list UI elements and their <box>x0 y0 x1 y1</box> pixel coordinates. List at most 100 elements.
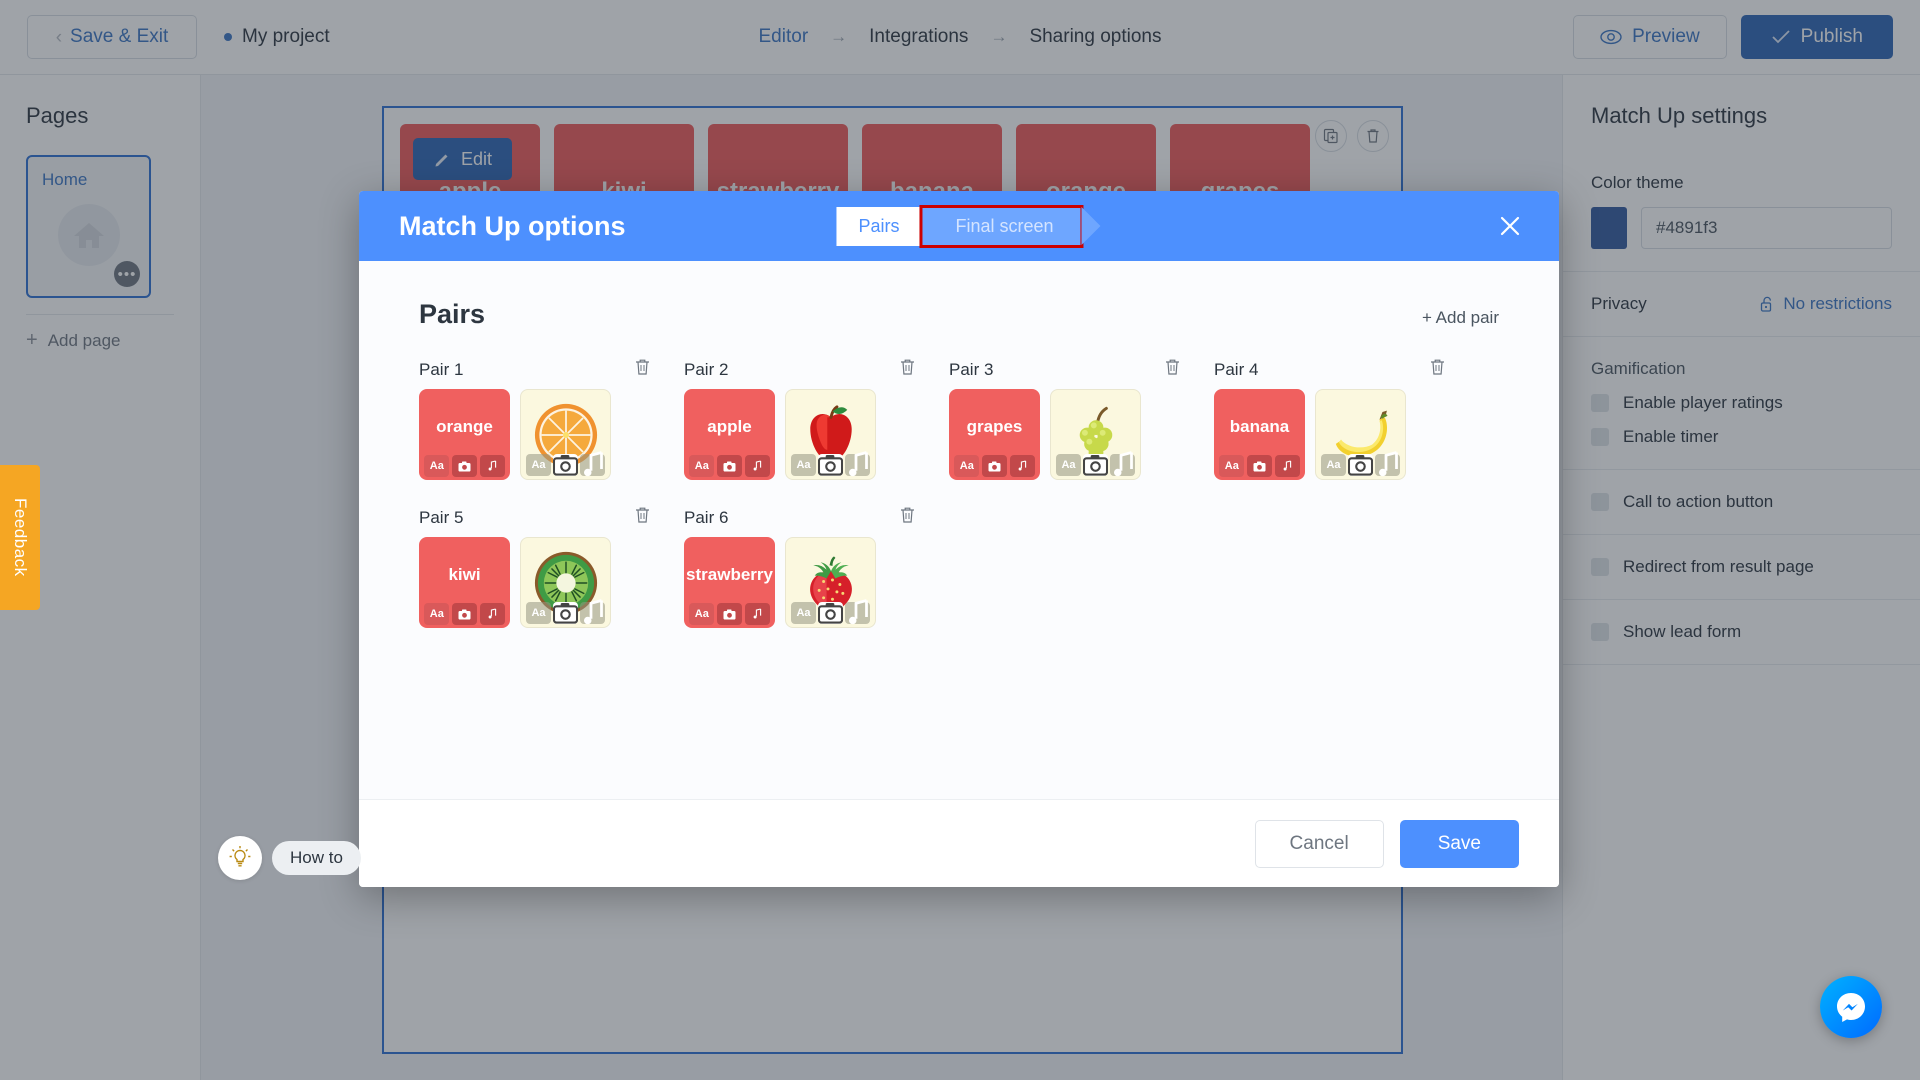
pair-text-tile[interactable]: grapes Aa <box>949 389 1040 480</box>
text-type-icon[interactable]: Aa <box>526 454 551 476</box>
pair-image-tile[interactable]: Aa <box>785 389 876 480</box>
pair-item: Pair 6 strawberry Aa Aa <box>684 506 949 628</box>
tile-type-toolbar: Aa <box>521 451 610 479</box>
close-modal-button[interactable] <box>1497 213 1523 239</box>
pair-header: Pair 2 <box>684 358 916 381</box>
cancel-button[interactable]: Cancel <box>1254 819 1384 868</box>
pair-image-tile[interactable]: Aa <box>520 537 611 628</box>
text-type-icon[interactable]: Aa <box>424 603 450 625</box>
save-button[interactable]: Save <box>1399 819 1519 868</box>
modal-footer: Cancel Save <box>359 799 1559 887</box>
image-type-icon[interactable] <box>1348 454 1373 476</box>
tab-pairs[interactable]: Pairs <box>836 206 941 246</box>
image-type-icon[interactable] <box>716 455 742 477</box>
delete-pair-button[interactable] <box>899 506 916 529</box>
messenger-chat-button[interactable] <box>1820 976 1882 1038</box>
text-type-icon[interactable]: Aa <box>689 603 715 625</box>
delete-pair-button[interactable] <box>634 506 651 529</box>
how-to-pill[interactable]: How to <box>272 841 361 875</box>
pair-word: grapes <box>966 417 1023 437</box>
tile-type-toolbar: Aa <box>1051 451 1140 479</box>
tab-final-screen[interactable]: Final screen <box>919 204 1101 248</box>
image-type-icon[interactable] <box>981 455 1007 477</box>
pair-label: Pair 5 <box>419 507 464 527</box>
text-type-icon[interactable]: Aa <box>526 602 551 624</box>
pair-item: Pair 4 banana Aa Aa <box>1214 358 1479 480</box>
trash-icon <box>1431 359 1444 375</box>
tile-type-toolbar: Aa <box>1316 451 1405 479</box>
pair-tiles: apple Aa Aa <box>684 389 949 480</box>
audio-type-icon[interactable] <box>479 603 505 625</box>
image-type-icon[interactable] <box>1246 455 1272 477</box>
image-type-icon[interactable] <box>716 603 742 625</box>
pair-text-tile[interactable]: banana Aa <box>1214 389 1305 480</box>
delete-pair-button[interactable] <box>634 358 651 381</box>
audio-type-icon[interactable] <box>845 599 870 625</box>
modal-title: Match Up options <box>399 210 626 241</box>
tile-type-toolbar: Aa <box>1214 452 1305 480</box>
text-type-icon[interactable]: Aa <box>954 455 980 477</box>
text-type-icon[interactable]: Aa <box>1321 454 1346 476</box>
image-type-icon[interactable] <box>818 602 843 624</box>
audio-type-icon[interactable] <box>580 599 605 625</box>
audio-type-icon[interactable] <box>580 451 605 477</box>
delete-pair-button[interactable] <box>899 358 916 381</box>
feedback-tab[interactable]: Feedback <box>0 465 40 610</box>
image-type-icon[interactable] <box>818 454 843 476</box>
image-type-icon[interactable] <box>451 603 477 625</box>
delete-pair-button[interactable] <box>1164 358 1181 381</box>
trash-icon <box>901 507 914 523</box>
pair-word: apple <box>707 417 752 437</box>
pair-label: Pair 1 <box>419 359 464 379</box>
audio-type-icon[interactable] <box>1375 451 1400 477</box>
pairs-grid: Pair 1 orange Aa Aa Pair 2 apple Aa Aa Pair 3 gra… <box>419 358 1499 628</box>
audio-type-icon[interactable] <box>1110 451 1135 477</box>
audio-type-icon[interactable] <box>1009 455 1035 477</box>
app-root: ‹ Save & Exit My project Editor → Integr… <box>0 0 1920 1080</box>
text-type-icon[interactable]: Aa <box>1219 455 1245 477</box>
audio-type-icon[interactable] <box>744 455 770 477</box>
pair-text-tile[interactable]: strawberry Aa <box>684 537 775 628</box>
pair-label: Pair 4 <box>1214 359 1259 379</box>
delete-pair-button[interactable] <box>1429 358 1446 381</box>
trash-icon <box>636 507 649 523</box>
tile-type-toolbar: Aa <box>419 600 510 628</box>
text-type-icon[interactable]: Aa <box>424 455 450 477</box>
pair-tiles: strawberry Aa Aa <box>684 537 949 628</box>
text-type-icon[interactable]: Aa <box>1056 454 1081 476</box>
add-pair-button[interactable]: + Add pair <box>1422 308 1499 328</box>
audio-type-icon[interactable] <box>1274 455 1300 477</box>
pair-word: strawberry <box>686 565 773 585</box>
tile-type-toolbar: Aa <box>684 600 775 628</box>
pair-text-tile[interactable]: apple Aa <box>684 389 775 480</box>
pair-text-tile[interactable]: orange Aa <box>419 389 510 480</box>
pair-image-tile[interactable]: Aa <box>785 537 876 628</box>
image-type-icon[interactable] <box>553 602 578 624</box>
audio-type-icon[interactable] <box>479 455 505 477</box>
text-type-icon[interactable]: Aa <box>791 602 816 624</box>
tab-final-screen-label: Final screen <box>955 215 1054 236</box>
pair-tiles: orange Aa Aa <box>419 389 684 480</box>
audio-type-icon[interactable] <box>845 451 870 477</box>
tab-pairs-label: Pairs <box>858 215 900 236</box>
audio-type-icon[interactable] <box>744 603 770 625</box>
lightbulb-icon <box>229 846 251 867</box>
pair-image-tile[interactable]: Aa <box>520 389 611 480</box>
how-to-button[interactable] <box>218 836 262 880</box>
image-type-icon[interactable] <box>451 455 477 477</box>
pair-tiles: kiwi Aa Aa <box>419 537 684 628</box>
image-type-icon[interactable] <box>553 454 578 476</box>
pair-text-tile[interactable]: kiwi Aa <box>419 537 510 628</box>
pair-image-tile[interactable]: Aa <box>1050 389 1141 480</box>
pair-item: Pair 1 orange Aa Aa <box>419 358 684 480</box>
text-type-icon[interactable]: Aa <box>689 455 715 477</box>
pair-image-tile[interactable]: Aa <box>1315 389 1406 480</box>
pair-label: Pair 3 <box>949 359 994 379</box>
modal-header: Match Up options Pairs Final screen <box>359 191 1559 261</box>
close-icon <box>1500 216 1520 236</box>
image-type-icon[interactable] <box>1083 454 1108 476</box>
pair-label: Pair 2 <box>684 359 729 379</box>
pair-header: Pair 6 <box>684 506 916 529</box>
text-type-icon[interactable]: Aa <box>791 454 816 476</box>
tile-type-toolbar: Aa <box>419 452 510 480</box>
